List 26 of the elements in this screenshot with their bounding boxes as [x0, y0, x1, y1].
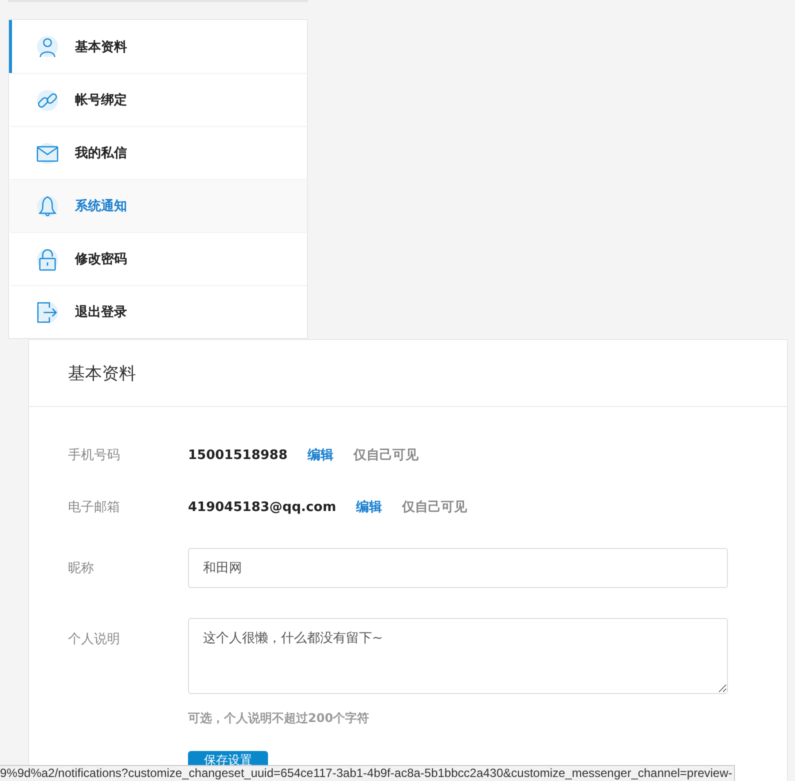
- bell-icon: [36, 194, 59, 218]
- envelope-icon: [36, 142, 59, 164]
- visibility-text: 仅自己可见: [354, 447, 418, 464]
- field-label: 电子邮箱: [68, 499, 121, 516]
- logout-icon: [36, 300, 59, 324]
- field-label: 昵称: [68, 560, 95, 577]
- lock-icon: [36, 248, 59, 270]
- bio-field[interactable]: 这个人很懒，什么都没有留下~: [188, 618, 728, 694]
- link-icon: [36, 88, 59, 112]
- card-title: 基本资料: [68, 362, 136, 384]
- sidebar-item[interactable]: 退出登录: [9, 285, 307, 338]
- visibility-text: 仅自己可见: [402, 499, 468, 516]
- field-value: 15001518988: [188, 448, 288, 462]
- sidebar-item[interactable]: 帐号绑定: [9, 73, 307, 126]
- user-icon: [36, 35, 59, 58]
- sidebar-item[interactable]: 系统通知: [9, 179, 307, 232]
- hint-text: 可选，个人说明不超过200个字符: [188, 710, 370, 727]
- field-value: 419045183@qq.com: [188, 500, 336, 514]
- url-status-tooltip: 9%9d%a2/notifications?customize_changeset_uuid=654ce117-3ab1-4b9f-ac8a-5b1bbcc2a430&customize_messenger_channel=preview-: [0, 765, 736, 781]
- nickname-field[interactable]: 和田网: [188, 548, 728, 588]
- sidebar-item[interactable]: 修改密码: [9, 232, 307, 285]
- field-label: 手机号码: [68, 447, 121, 464]
- field-label: 个人说明: [68, 631, 121, 649]
- sidebar-item[interactable]: 基本资料: [9, 20, 307, 73]
- edit-link[interactable]: 编辑: [356, 498, 382, 516]
- edit-link[interactable]: 编辑: [308, 446, 334, 464]
